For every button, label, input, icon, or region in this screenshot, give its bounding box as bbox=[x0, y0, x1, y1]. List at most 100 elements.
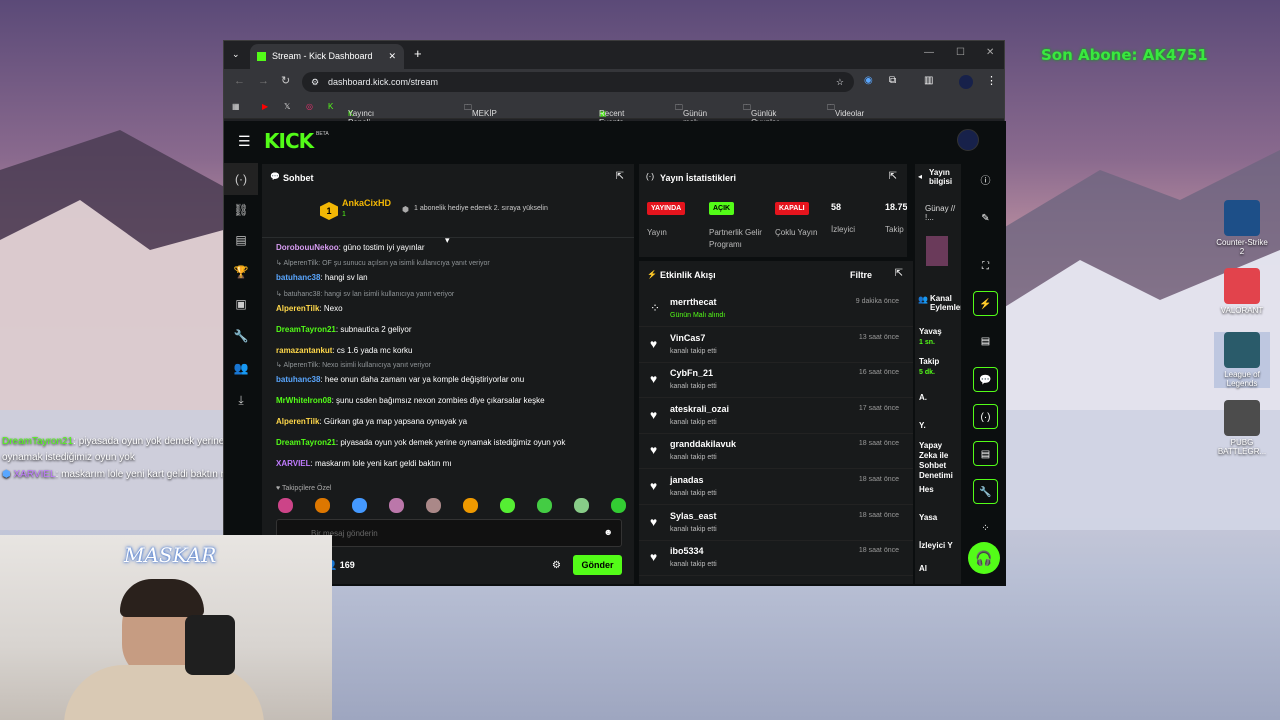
tab-kick-dashboard[interactable]: Stream - Kick Dashboard ✕ bbox=[250, 44, 404, 69]
layout-icon[interactable]: ▤ bbox=[973, 441, 998, 466]
event-item[interactable]: ⁘ merrthecat Günün Malı alındı 9 dakika önc… bbox=[639, 292, 913, 327]
event-item[interactable]: ♥ ibo5334 kanalı takip etti 18 saat önce bbox=[639, 541, 913, 577]
nav-link-icon[interactable]: ⛓ bbox=[224, 195, 258, 227]
desktop-icon-lol[interactable]: League of Legends bbox=[1214, 332, 1270, 388]
popout-stats-icon[interactable]: ⇱ bbox=[889, 171, 897, 182]
quick-action-icon[interactable]: ⚡ bbox=[973, 291, 998, 316]
bookmark-folder-gunluk-oyunlar[interactable]: 🗀 Günlük Oyunlar bbox=[743, 102, 779, 127]
channel-action-item[interactable]: Takip 5 dk. bbox=[919, 357, 959, 378]
back-icon[interactable]: ← bbox=[234, 75, 245, 87]
bookmark-folder-gunun-mali[interactable]: 🗀 Günün malı bbox=[675, 102, 707, 127]
url-field[interactable]: ⚙ dashboard.kick.com/stream ☆ bbox=[302, 72, 854, 92]
instagram-icon[interactable]: ◎ bbox=[306, 102, 313, 111]
filter-button[interactable]: Filtre bbox=[850, 270, 872, 280]
forward-icon[interactable]: → bbox=[258, 75, 269, 87]
site-info-icon[interactable]: ⚙ bbox=[311, 72, 319, 92]
clip-icon[interactable]: ⛶ bbox=[973, 254, 998, 279]
channel-action-item[interactable]: Al bbox=[919, 564, 959, 574]
profile-avatar-icon[interactable] bbox=[959, 75, 973, 89]
collapse-icon[interactable]: ◂ bbox=[918, 172, 922, 181]
event-item[interactable]: ♥ CybFn_21 kanalı takip etti 16 saat önce bbox=[639, 363, 913, 399]
hamburger-menu-icon[interactable]: ☰ bbox=[238, 133, 251, 150]
emote-icon[interactable] bbox=[463, 498, 478, 513]
kick-logo[interactable]: KICK bbox=[264, 129, 314, 153]
chat-username[interactable]: ramazantankut bbox=[276, 346, 332, 355]
chat-username[interactable]: AlperenTilk bbox=[276, 417, 319, 426]
x-icon[interactable]: 𝕏 bbox=[284, 102, 290, 111]
channel-action-item[interactable]: A. bbox=[919, 393, 959, 403]
channel-action-item[interactable]: Hes bbox=[919, 485, 959, 495]
nav-users-icon[interactable]: 👥 bbox=[224, 355, 258, 387]
emote-icon[interactable] bbox=[537, 498, 552, 513]
chat-icon[interactable]: 💬 bbox=[973, 367, 998, 392]
emote-icon[interactable] bbox=[278, 498, 293, 513]
emote-icon[interactable] bbox=[426, 498, 441, 513]
maximize-icon[interactable]: ☐ bbox=[956, 47, 965, 58]
close-window-icon[interactable]: ✕ bbox=[986, 47, 994, 58]
chat-username[interactable]: AlperenTilk bbox=[276, 304, 319, 313]
emoji-icon[interactable]: ☻ bbox=[604, 527, 613, 537]
chat-username[interactable]: batuhanc38 bbox=[276, 273, 320, 282]
nav-trophy-icon[interactable]: 🏆 bbox=[224, 259, 258, 291]
send-button[interactable]: Gönder bbox=[573, 555, 622, 575]
channel-action-item[interactable]: İzleyici Y bbox=[919, 541, 959, 551]
event-item[interactable]: ♥ ateskrali_ozai kanalı takip etti 17 saat … bbox=[639, 399, 913, 434]
emote-icon[interactable] bbox=[315, 498, 330, 513]
reload-icon[interactable]: ↻ bbox=[281, 74, 290, 87]
pinned-icon[interactable]: ▾ bbox=[445, 235, 450, 246]
event-item[interactable]: ♥ granddakilavuk kanalı takip etti 18 saat … bbox=[639, 434, 913, 470]
info-icon[interactable]: ⓘ bbox=[973, 169, 998, 194]
puzzle-icon[interactable]: ⧉ bbox=[889, 75, 896, 86]
close-tab-icon[interactable]: ✕ bbox=[388, 44, 396, 69]
nav-tools-icon[interactable]: 🔧 bbox=[224, 323, 258, 355]
emote-icon[interactable] bbox=[352, 498, 367, 513]
bookmark-folder-mekip[interactable]: 🗀 MEKİP bbox=[464, 102, 497, 118]
new-tab-icon[interactable]: + bbox=[414, 46, 422, 61]
desktop-icon-pubg[interactable]: PUBG BATTLEGR... bbox=[1214, 400, 1270, 456]
desktop-icon-cs2[interactable]: Counter-Strike 2 bbox=[1214, 200, 1270, 256]
bookmark-folder-videolar[interactable]: 🗀 Videolar bbox=[827, 102, 864, 118]
nav-analytics-icon[interactable]: ▤ bbox=[224, 227, 258, 259]
dots-icon[interactable]: ⁘ bbox=[973, 516, 998, 541]
help-support-icon[interactable]: 🎧 bbox=[968, 542, 1000, 574]
sidebar-icon[interactable]: ▥ bbox=[924, 75, 933, 86]
edit-icon[interactable]: ✎ bbox=[973, 206, 998, 231]
channel-action-item[interactable]: Y. bbox=[919, 421, 959, 431]
chat-settings-icon[interactable]: ⚙ bbox=[552, 560, 561, 571]
menu-dots-icon[interactable]: ⋮ bbox=[986, 74, 997, 87]
user-avatar[interactable] bbox=[957, 129, 979, 151]
channel-action-item[interactable]: Yapay Zeka ile Sohbet Denetimi bbox=[919, 441, 959, 481]
youtube-icon[interactable]: ▶ bbox=[262, 102, 268, 111]
popout-activity-icon[interactable]: ⇱ bbox=[895, 268, 903, 279]
chat-username[interactable]: MrWhiteIron08 bbox=[276, 396, 332, 405]
chat-username[interactable]: DorobouuNekoo bbox=[276, 243, 339, 252]
event-item[interactable]: ♥ Sylas_east kanalı takip etti 18 saat önce bbox=[639, 506, 913, 541]
event-item[interactable]: ♥ janadas kanalı takip etti 18 saat önce bbox=[639, 470, 913, 505]
event-item[interactable]: ♥ VinCas7 kanalı takip etti 13 saat önce bbox=[639, 328, 913, 363]
emote-icon[interactable] bbox=[574, 498, 589, 513]
extension-icon[interactable]: ◉ bbox=[864, 75, 873, 86]
desktop-icon-valorant[interactable]: VALORANT bbox=[1214, 268, 1270, 315]
apps-icon[interactable]: ▦ bbox=[232, 102, 240, 111]
minimize-icon[interactable]: — bbox=[924, 47, 934, 58]
chat-username[interactable]: batuhanc38 bbox=[276, 375, 320, 384]
bookmark-star-icon[interactable]: ☆ bbox=[836, 72, 844, 92]
notes-icon[interactable]: ▤ bbox=[973, 329, 998, 354]
emote-icon[interactable] bbox=[389, 498, 404, 513]
broadcast-icon[interactable]: (·) bbox=[973, 404, 998, 429]
popout-chat-icon[interactable]: ⇱ bbox=[616, 171, 624, 182]
action-label: Yasa bbox=[919, 513, 938, 522]
kick-icon[interactable]: K bbox=[328, 102, 333, 111]
nav-media-icon[interactable]: ▣ bbox=[224, 291, 258, 323]
chat-username[interactable]: XARVIEL bbox=[276, 459, 311, 468]
nav-stream-icon[interactable]: (·) bbox=[224, 163, 258, 195]
channel-action-item[interactable]: Yavaş 1 sn. bbox=[919, 327, 959, 348]
channel-action-item[interactable]: Yasa bbox=[919, 513, 959, 523]
chat-username[interactable]: DreamTayron21 bbox=[276, 438, 336, 447]
emote-icon[interactable] bbox=[611, 498, 626, 513]
chat-username[interactable]: DreamTayron21 bbox=[276, 325, 336, 334]
emote-icon[interactable] bbox=[500, 498, 515, 513]
nav-download-icon[interactable]: ⤓ bbox=[224, 387, 258, 419]
tab-search-icon[interactable]: ⌄ bbox=[232, 49, 240, 60]
tools-icon[interactable]: 🔧 bbox=[973, 479, 998, 504]
